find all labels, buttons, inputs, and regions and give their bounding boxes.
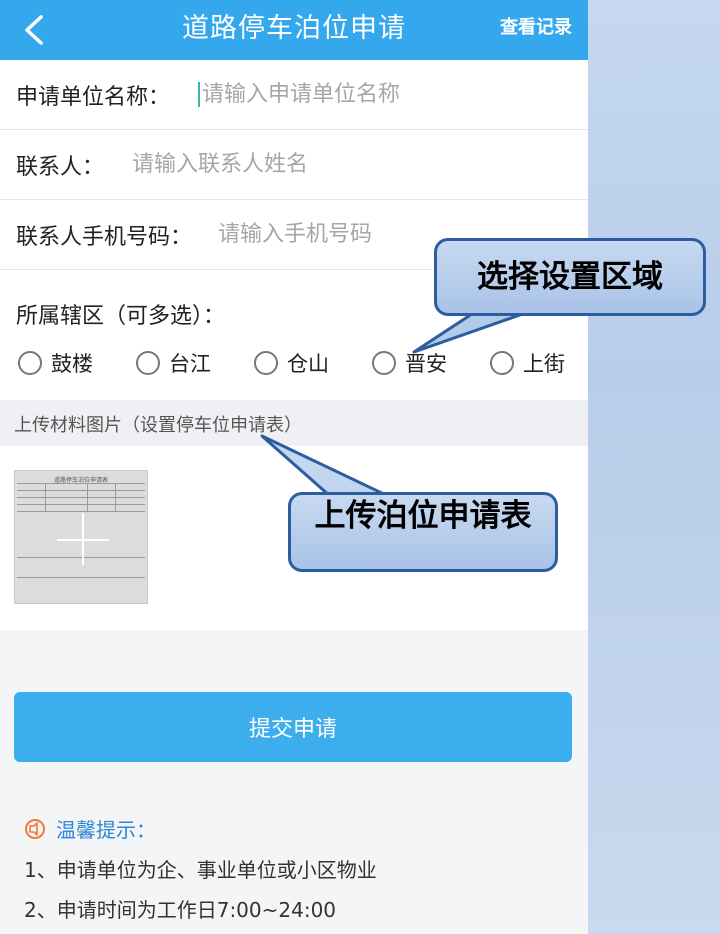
radio-icon[interactable]: [18, 351, 42, 375]
form-thumbnail-line: [17, 511, 145, 512]
contact-name-input[interactable]: [132, 152, 588, 177]
form-thumbnail-line: [17, 577, 145, 578]
form-thumbnail-line: [17, 483, 145, 484]
view-records-link[interactable]: 查看记录: [500, 0, 572, 60]
application-form: 申请单位名称： 联系人： 联系人手机号码： 所属辖区（可多选）： 鼓楼 台江: [0, 60, 588, 400]
tips-title-text: 温馨提示：: [56, 818, 156, 842]
form-thumbnail-line: [17, 490, 145, 491]
district-option-shangjie[interactable]: 上街: [490, 348, 565, 378]
radio-icon[interactable]: [490, 351, 514, 375]
unit-name-label: 申请单位名称：: [16, 84, 171, 110]
district-option-label: 仓山: [287, 352, 329, 376]
upload-section-header: 上传材料图片（设置停车位申请表）: [0, 400, 588, 446]
submit-button[interactable]: 提交申请: [14, 692, 572, 762]
radio-icon[interactable]: [136, 351, 160, 375]
district-callout: 选择设置区域: [434, 238, 706, 316]
app-screen: 道路停车泊位申请 查看记录 申请单位名称： 联系人： 联系人手机号码： 所属辖区…: [0, 0, 588, 934]
contact-row: 联系人：: [0, 130, 588, 200]
form-thumbnail-line: [115, 483, 116, 511]
upload-label: 上传材料图片（设置停车位申请表）: [14, 415, 302, 436]
unit-name-input[interactable]: [198, 82, 588, 107]
district-option-gulou[interactable]: 鼓楼: [18, 348, 93, 378]
district-option-label: 鼓楼: [51, 352, 93, 376]
tips-title: 温馨提示：: [24, 814, 156, 843]
district-option-jinan[interactable]: 晋安: [372, 348, 447, 378]
form-thumbnail-line: [17, 557, 145, 558]
upload-callout: 上传泊位申请表: [288, 492, 558, 572]
contact-label: 联系人：: [16, 154, 105, 180]
tip-icon: [25, 818, 45, 839]
tip-item: 1、申请单位为企、事业单位或小区物业: [24, 858, 377, 882]
form-thumbnail-line: [17, 504, 145, 505]
district-option-taijiang[interactable]: 台江: [136, 348, 211, 378]
district-options: 鼓楼 台江 仓山 晋安 上街: [18, 348, 578, 384]
header-bar: 道路停车泊位申请 查看记录: [0, 0, 588, 60]
phone-label: 联系人手机号码：: [16, 224, 193, 250]
district-label: 所属辖区（可多选）：: [16, 304, 226, 329]
form-thumbnail-line: [17, 497, 145, 498]
form-thumbnail-line: [87, 483, 88, 511]
district-option-label: 台江: [169, 352, 211, 376]
radio-icon[interactable]: [372, 351, 396, 375]
tip-item: 2、申请时间为工作日7:00~24:00: [24, 898, 337, 922]
district-option-cangshan[interactable]: 仓山: [254, 348, 329, 378]
form-thumbnail-line: [45, 483, 46, 511]
radio-icon[interactable]: [254, 351, 278, 375]
district-option-label: 晋安: [405, 352, 447, 376]
plus-icon: [82, 513, 84, 565]
district-option-label: 上街: [523, 352, 565, 376]
upload-image-button[interactable]: 道路停车泊位申请表: [14, 470, 148, 604]
unit-name-row: 申请单位名称：: [0, 60, 588, 130]
